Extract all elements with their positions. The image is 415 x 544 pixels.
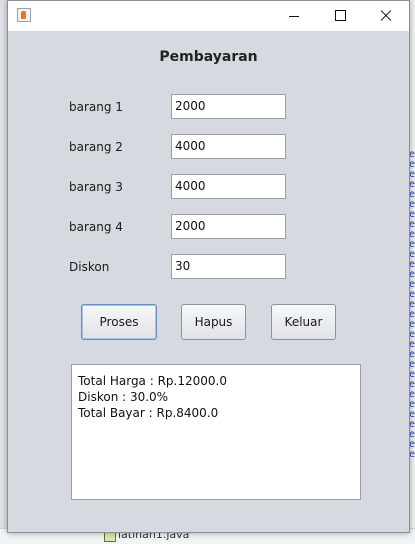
title-bar[interactable] — [8, 1, 409, 31]
barang-3-field[interactable]: 4000 — [171, 174, 286, 199]
label-barang-3: barang 3 — [69, 180, 123, 194]
label-barang-4: barang 4 — [69, 220, 123, 234]
result-line-total-harga: Total Harga : Rp.12000.0 — [78, 374, 227, 388]
barang-4-field[interactable]: 2000 — [171, 214, 286, 239]
label-barang-1: barang 1 — [69, 100, 123, 114]
result-text-area[interactable]: Total Harga : Rp.12000.0 Diskon : 30.0% … — [71, 364, 361, 500]
minimize-icon[interactable] — [271, 1, 317, 31]
barang-2-field[interactable]: 4000 — [171, 134, 286, 159]
barang-1-field[interactable]: 2000 — [171, 94, 286, 119]
label-diskon: Diskon — [69, 260, 110, 274]
form-heading: Pembayaran — [159, 49, 258, 65]
result-line-total-bayar: Total Bayar : Rp.8400.0 — [78, 406, 219, 420]
diskon-field[interactable]: 30 — [171, 254, 286, 279]
proses-button[interactable]: Proses — [81, 304, 157, 340]
java-app-icon — [17, 8, 31, 22]
maximize-icon[interactable] — [317, 1, 363, 31]
pembayaran-window: Pembayaran barang 1 2000 barang 2 4000 b… — [7, 0, 410, 533]
result-line-diskon: Diskon : 30.0% — [78, 390, 169, 404]
keluar-button[interactable]: Keluar — [271, 304, 336, 340]
close-icon[interactable] — [363, 1, 409, 31]
label-barang-2: barang 2 — [69, 140, 123, 154]
hapus-button[interactable]: Hapus — [181, 304, 246, 340]
